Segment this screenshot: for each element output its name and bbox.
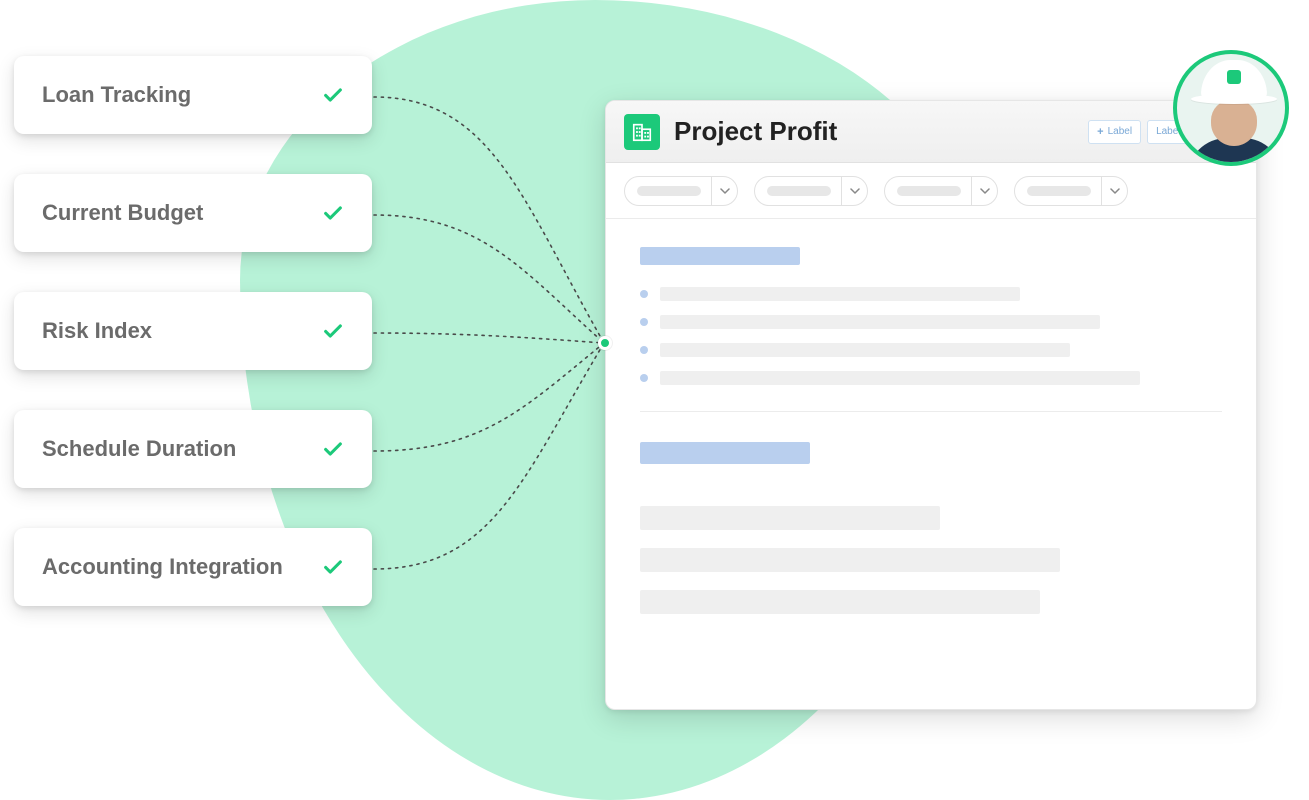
feature-card-risk-index: Risk Index — [14, 292, 372, 370]
feature-label: Risk Index — [42, 318, 152, 344]
building-icon — [624, 114, 660, 150]
bullet-icon — [640, 318, 648, 326]
project-profit-panel: Project Profit + Label Label Label — [605, 100, 1257, 710]
chevron-down-icon — [1101, 177, 1127, 205]
list-item — [640, 343, 1222, 357]
hardhat-brim — [1191, 94, 1277, 104]
add-label-button[interactable]: + Label — [1088, 120, 1141, 144]
avatar-face — [1211, 100, 1257, 146]
plus-icon: + — [1097, 126, 1103, 138]
connector-hub-dot — [598, 336, 612, 350]
feature-label: Accounting Integration — [42, 554, 283, 580]
panel-header: Project Profit + Label Label Label — [606, 101, 1256, 163]
placeholder-line — [660, 315, 1100, 329]
filter-dropdown[interactable] — [624, 176, 738, 206]
placeholder-bar — [767, 186, 831, 196]
placeholder-line — [660, 287, 1020, 301]
feature-card-accounting-integration: Accounting Integration — [14, 528, 372, 606]
check-icon — [322, 84, 344, 106]
placeholder-bar — [1027, 186, 1091, 196]
panel-title: Project Profit — [674, 116, 1074, 147]
filter-dropdown[interactable] — [1014, 176, 1128, 206]
check-icon — [322, 438, 344, 460]
bullet-icon — [640, 290, 648, 298]
bullet-icon — [640, 346, 648, 354]
chevron-down-icon — [971, 177, 997, 205]
list-item — [640, 371, 1222, 385]
feature-label: Loan Tracking — [42, 82, 191, 108]
chevron-down-icon — [841, 177, 867, 205]
button-text: Label — [1108, 126, 1132, 137]
feature-card-schedule-duration: Schedule Duration — [14, 410, 372, 488]
list-item — [640, 287, 1222, 301]
check-icon — [322, 320, 344, 342]
placeholder-block — [640, 506, 940, 530]
feature-card-loan-tracking: Loan Tracking — [14, 56, 372, 134]
feature-card-list: Loan Tracking Current Budget Risk Index … — [14, 56, 372, 606]
panel-filter-bar — [606, 163, 1256, 219]
filter-dropdown[interactable] — [754, 176, 868, 206]
user-avatar — [1173, 50, 1289, 166]
chevron-down-icon — [711, 177, 737, 205]
check-icon — [322, 202, 344, 224]
feature-card-current-budget: Current Budget — [14, 174, 372, 252]
section-heading-placeholder — [640, 442, 810, 464]
placeholder-line — [660, 371, 1140, 385]
placeholder-bar — [637, 186, 701, 196]
feature-label: Current Budget — [42, 200, 203, 226]
bullet-icon — [640, 374, 648, 382]
hardhat-logo-icon — [1227, 70, 1241, 84]
feature-label: Schedule Duration — [42, 436, 236, 462]
section-heading-placeholder — [640, 247, 800, 265]
placeholder-line — [660, 343, 1070, 357]
panel-body — [606, 219, 1256, 660]
filter-dropdown[interactable] — [884, 176, 998, 206]
check-icon — [322, 556, 344, 578]
divider — [640, 411, 1222, 412]
placeholder-block — [640, 590, 1040, 614]
placeholder-block — [640, 548, 1060, 572]
list-item — [640, 315, 1222, 329]
placeholder-bar — [897, 186, 961, 196]
